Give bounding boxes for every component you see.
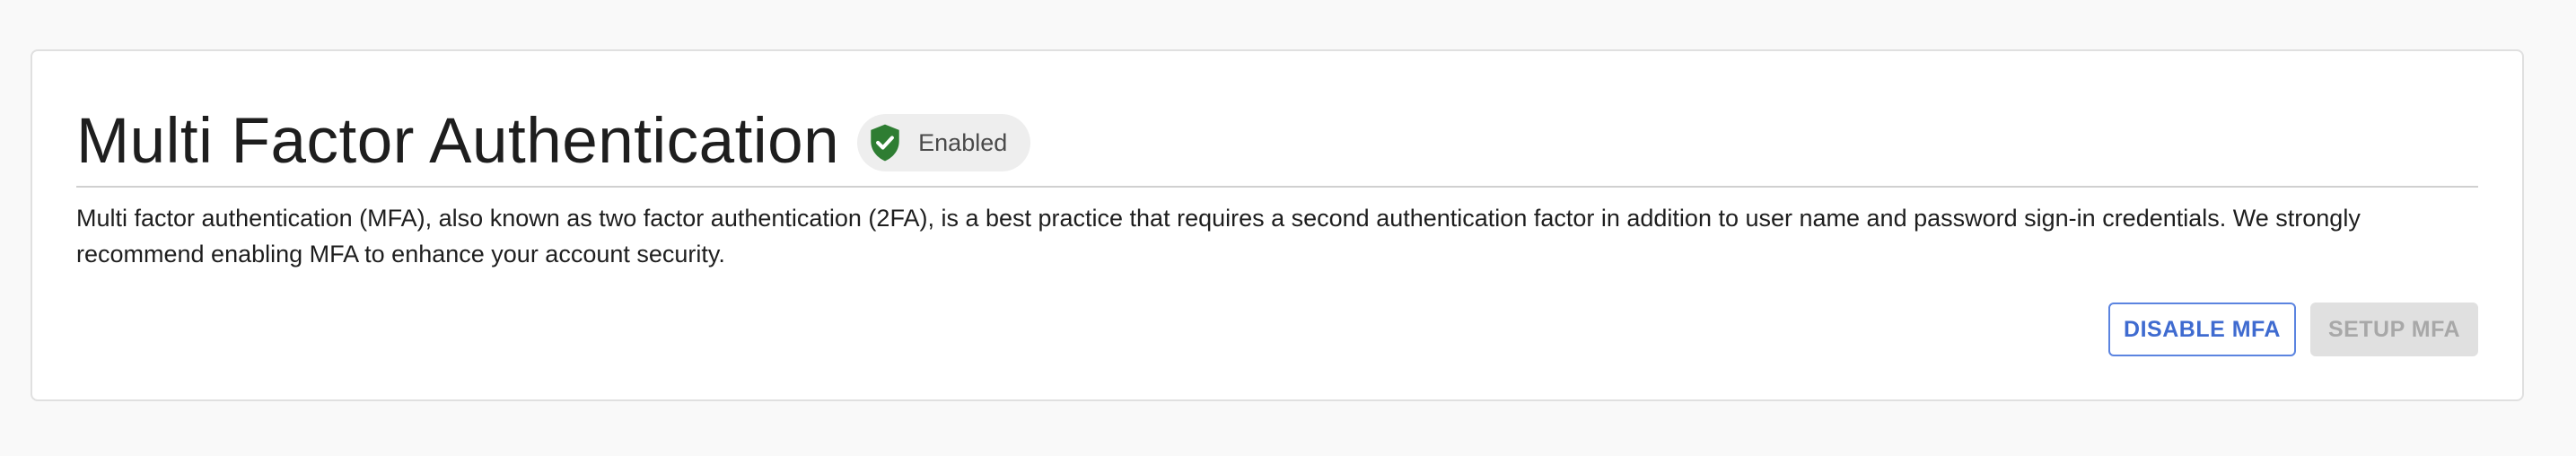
action-bar: DISABLE MFA SETUP MFA (2108, 303, 2478, 356)
shield-check-icon (868, 123, 902, 162)
status-label: Enabled (918, 128, 1008, 156)
mfa-card: Multi Factor Authentication Enabled Mult… (31, 49, 2524, 401)
mfa-description: Multi factor authentication (MFA), also … (76, 205, 2361, 267)
status-badge: Enabled (857, 114, 1031, 171)
disable-mfa-button[interactable]: DISABLE MFA (2108, 303, 2296, 356)
setup-mfa-button[interactable]: SETUP MFA (2310, 303, 2478, 356)
card-header: Multi Factor Authentication Enabled (76, 96, 2478, 188)
page-title: Multi Factor Authentication (76, 105, 840, 177)
